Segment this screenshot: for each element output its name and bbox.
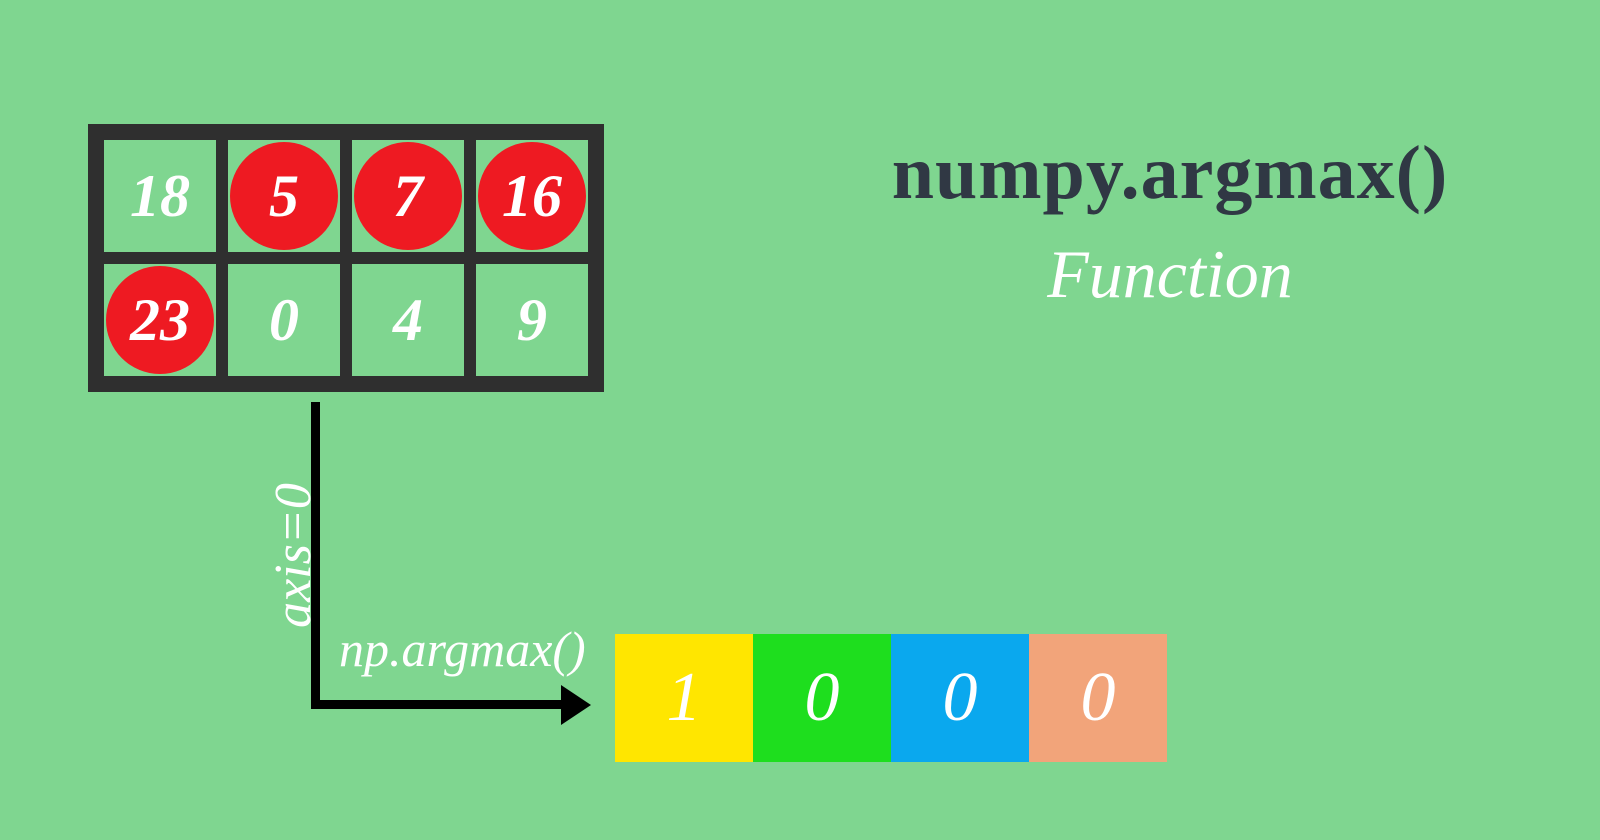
result-cell: 1: [615, 634, 753, 762]
result-cell: 0: [891, 634, 1029, 762]
input-matrix: 18 5 7 16 23 0 4 9: [88, 124, 604, 392]
result-value: 0: [1081, 658, 1116, 738]
cell-value: 0: [269, 286, 299, 355]
highlight-circle: 7: [354, 142, 462, 250]
axis-label: axis=0: [264, 483, 323, 628]
result-cell: 0: [1029, 634, 1167, 762]
cell-value: 18: [130, 162, 190, 231]
matrix-cell: 5: [228, 140, 340, 252]
result-array: 1 0 0 0: [615, 634, 1167, 762]
title-main: numpy.argmax(): [820, 130, 1520, 217]
axis-arrow: axis=0 np.argmax(): [261, 402, 591, 732]
matrix-cell: 7: [352, 140, 464, 252]
matrix-cell: 16: [476, 140, 588, 252]
cell-value: 5: [269, 162, 299, 231]
matrix-cell: 4: [352, 264, 464, 376]
cell-value: 23: [130, 286, 190, 355]
function-label: np.argmax(): [339, 620, 586, 678]
cell-value: 9: [517, 286, 547, 355]
result-value: 0: [943, 658, 978, 738]
cell-value: 4: [393, 286, 423, 355]
title-sub: Function: [820, 235, 1520, 314]
result-value: 1: [667, 658, 702, 738]
cell-value: 16: [502, 162, 562, 231]
arrow-horizontal: [311, 700, 571, 709]
title-block: numpy.argmax() Function: [820, 130, 1520, 314]
cell-value: 7: [393, 162, 423, 231]
highlight-circle: 5: [230, 142, 338, 250]
highlight-circle: 16: [478, 142, 586, 250]
matrix-cell: 18: [104, 140, 216, 252]
result-value: 0: [805, 658, 840, 738]
result-cell: 0: [753, 634, 891, 762]
matrix-cell: 0: [228, 264, 340, 376]
matrix-cell: 9: [476, 264, 588, 376]
arrow-head-icon: [561, 685, 591, 725]
matrix-cell: 23: [104, 264, 216, 376]
highlight-circle: 23: [106, 266, 214, 374]
